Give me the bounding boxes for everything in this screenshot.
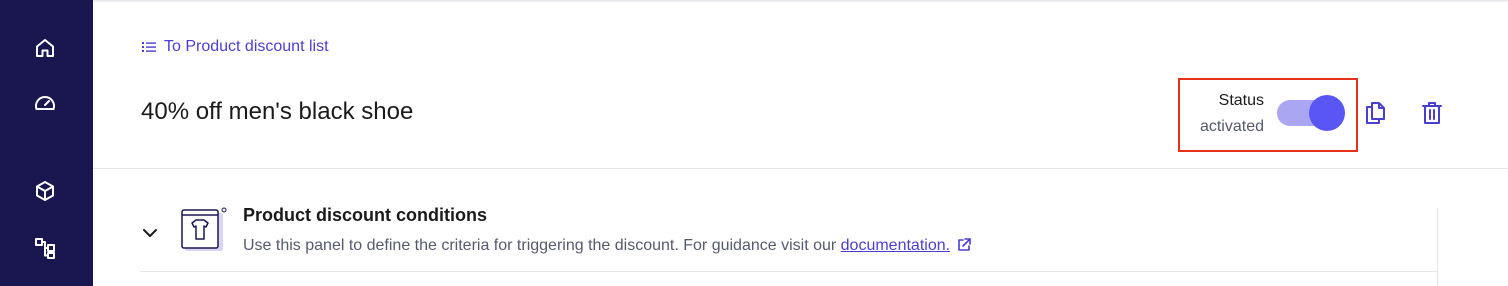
cube-icon[interactable] bbox=[32, 178, 58, 204]
top-shadow bbox=[93, 0, 1508, 3]
panel-right-border bbox=[1437, 208, 1438, 286]
dashboard-gauge-icon[interactable] bbox=[32, 91, 58, 117]
tshirt-product-illustration-icon bbox=[179, 206, 229, 254]
status-value: activated bbox=[1199, 118, 1264, 135]
page-title: 40% off men's black shoe bbox=[141, 98, 414, 125]
external-link-icon[interactable] bbox=[956, 237, 972, 253]
status-toggle[interactable] bbox=[1277, 95, 1347, 131]
panel-description-text: Use this panel to define the criteria fo… bbox=[243, 237, 841, 254]
panel-bottom-border bbox=[140, 271, 1438, 272]
status-highlight-box: Status activated bbox=[1178, 78, 1358, 152]
chevron-down-icon[interactable] bbox=[139, 222, 161, 244]
back-link-label[interactable]: To Product discount list bbox=[164, 38, 329, 56]
list-icon bbox=[142, 42, 156, 52]
delete-trash-icon[interactable] bbox=[1419, 99, 1445, 127]
documentation-link[interactable]: documentation. bbox=[841, 237, 950, 254]
header-divider bbox=[93, 168, 1508, 169]
hierarchy-icon[interactable] bbox=[32, 235, 58, 261]
main-content: To Product discount list 40% off men's b… bbox=[93, 0, 1508, 286]
home-icon[interactable] bbox=[32, 35, 58, 61]
panel-description: Use this panel to define the criteria fo… bbox=[243, 237, 972, 255]
back-to-list-link[interactable]: To Product discount list bbox=[141, 38, 329, 56]
panel-title: Product discount conditions bbox=[243, 205, 487, 225]
sidebar bbox=[0, 0, 93, 286]
toggle-knob bbox=[1309, 95, 1345, 131]
duplicate-icon[interactable] bbox=[1362, 99, 1388, 127]
status-label: Status bbox=[1218, 92, 1264, 109]
